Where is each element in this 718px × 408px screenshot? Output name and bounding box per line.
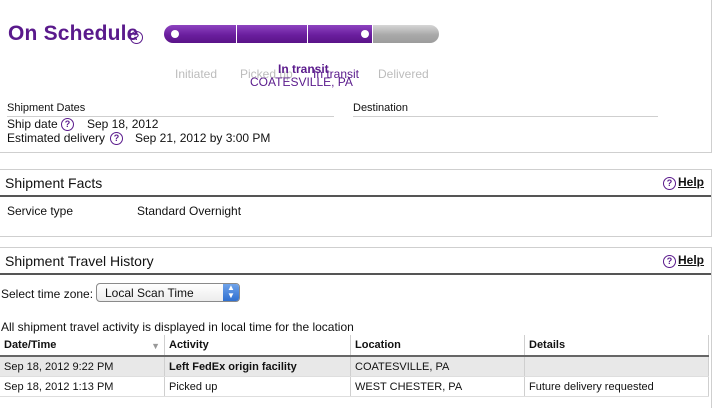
stage-label-initiated: Initiated bbox=[175, 67, 218, 81]
cell-datetime: Sep 18, 2012 1:13 PM bbox=[0, 376, 165, 397]
history-note: All shipment travel activity is displaye… bbox=[1, 320, 354, 334]
current-location: COATESVILLE, PA bbox=[250, 75, 353, 89]
updown-arrows-icon: ▲ ▼ bbox=[223, 284, 239, 301]
history-table: Date/Time ▼ Activity Location Details Se… bbox=[0, 335, 709, 397]
facts-help-link[interactable]: Help bbox=[678, 175, 704, 189]
column-header-activity[interactable]: Activity bbox=[164, 335, 351, 357]
progress-dot-icon bbox=[361, 30, 369, 38]
progress-segment-in-transit bbox=[308, 25, 372, 43]
timezone-select-value: Local Scan Time bbox=[105, 286, 194, 300]
current-status: In transit bbox=[278, 62, 329, 76]
divider bbox=[0, 273, 711, 275]
column-header-details[interactable]: Details bbox=[524, 335, 709, 357]
cell-datetime: Sep 18, 2012 9:22 PM bbox=[0, 356, 165, 377]
cell-details: Future delivery requested bbox=[524, 376, 709, 397]
estimated-delivery-value: Sep 21, 2012 by 3:00 PM bbox=[135, 131, 271, 145]
history-help-link[interactable]: Help bbox=[678, 253, 704, 267]
estimated-delivery-label: Estimated delivery bbox=[7, 131, 106, 145]
progress-segment-initiated bbox=[164, 25, 236, 43]
destination-heading: Destination bbox=[353, 102, 409, 114]
stage-label-delivered: Delivered bbox=[378, 67, 429, 81]
ship-date-label: Ship date bbox=[7, 117, 58, 131]
column-header-location[interactable]: Location bbox=[350, 335, 525, 357]
cell-location: WEST CHESTER, PA bbox=[350, 376, 525, 397]
status-title: On Schedule bbox=[8, 22, 139, 45]
question-circle-icon[interactable]: ? bbox=[110, 132, 123, 145]
divider bbox=[0, 195, 711, 197]
progress-segment-delivered bbox=[373, 25, 439, 43]
table-row: Sep 18, 2012 9:22 PM Left FedEx origin f… bbox=[0, 356, 709, 377]
table-row: Sep 18, 2012 1:13 PM Picked up WEST CHES… bbox=[0, 376, 709, 397]
ship-date-value: Sep 18, 2012 bbox=[87, 117, 159, 131]
column-header-datetime[interactable]: Date/Time ▼ bbox=[0, 335, 165, 357]
shipment-dates-heading: Shipment Dates bbox=[7, 102, 86, 114]
question-circle-icon[interactable]: ? bbox=[130, 31, 143, 44]
cell-activity: Picked up bbox=[164, 376, 351, 397]
question-circle-icon[interactable]: ? bbox=[663, 255, 676, 268]
progress-segment-picked-up bbox=[237, 25, 307, 43]
timezone-select[interactable]: Local Scan Time ▲ ▼ bbox=[96, 283, 240, 302]
sort-down-icon: ▼ bbox=[151, 341, 160, 351]
travel-history-title: Shipment Travel History bbox=[5, 253, 154, 269]
cell-location: COATESVILLE, PA bbox=[350, 356, 525, 377]
column-header-label: Date/Time bbox=[4, 339, 57, 351]
service-type-label: Service type bbox=[7, 204, 74, 218]
timezone-label: Select time zone: bbox=[1, 287, 94, 301]
progress-bar: Initiated Picked up In transit Delivered bbox=[164, 25, 439, 81]
shipment-facts-panel bbox=[0, 169, 712, 237]
shipment-facts-title: Shipment Facts bbox=[5, 175, 103, 191]
table-header-row: Date/Time ▼ Activity Location Details bbox=[0, 335, 709, 357]
cell-activity: Left FedEx origin facility bbox=[164, 356, 351, 377]
question-circle-icon[interactable]: ? bbox=[61, 118, 74, 131]
service-type-value: Standard Overnight bbox=[137, 204, 242, 218]
cell-details bbox=[524, 356, 709, 377]
divider bbox=[353, 116, 658, 117]
progress-dot-icon bbox=[171, 30, 179, 38]
question-circle-icon[interactable]: ? bbox=[663, 177, 676, 190]
